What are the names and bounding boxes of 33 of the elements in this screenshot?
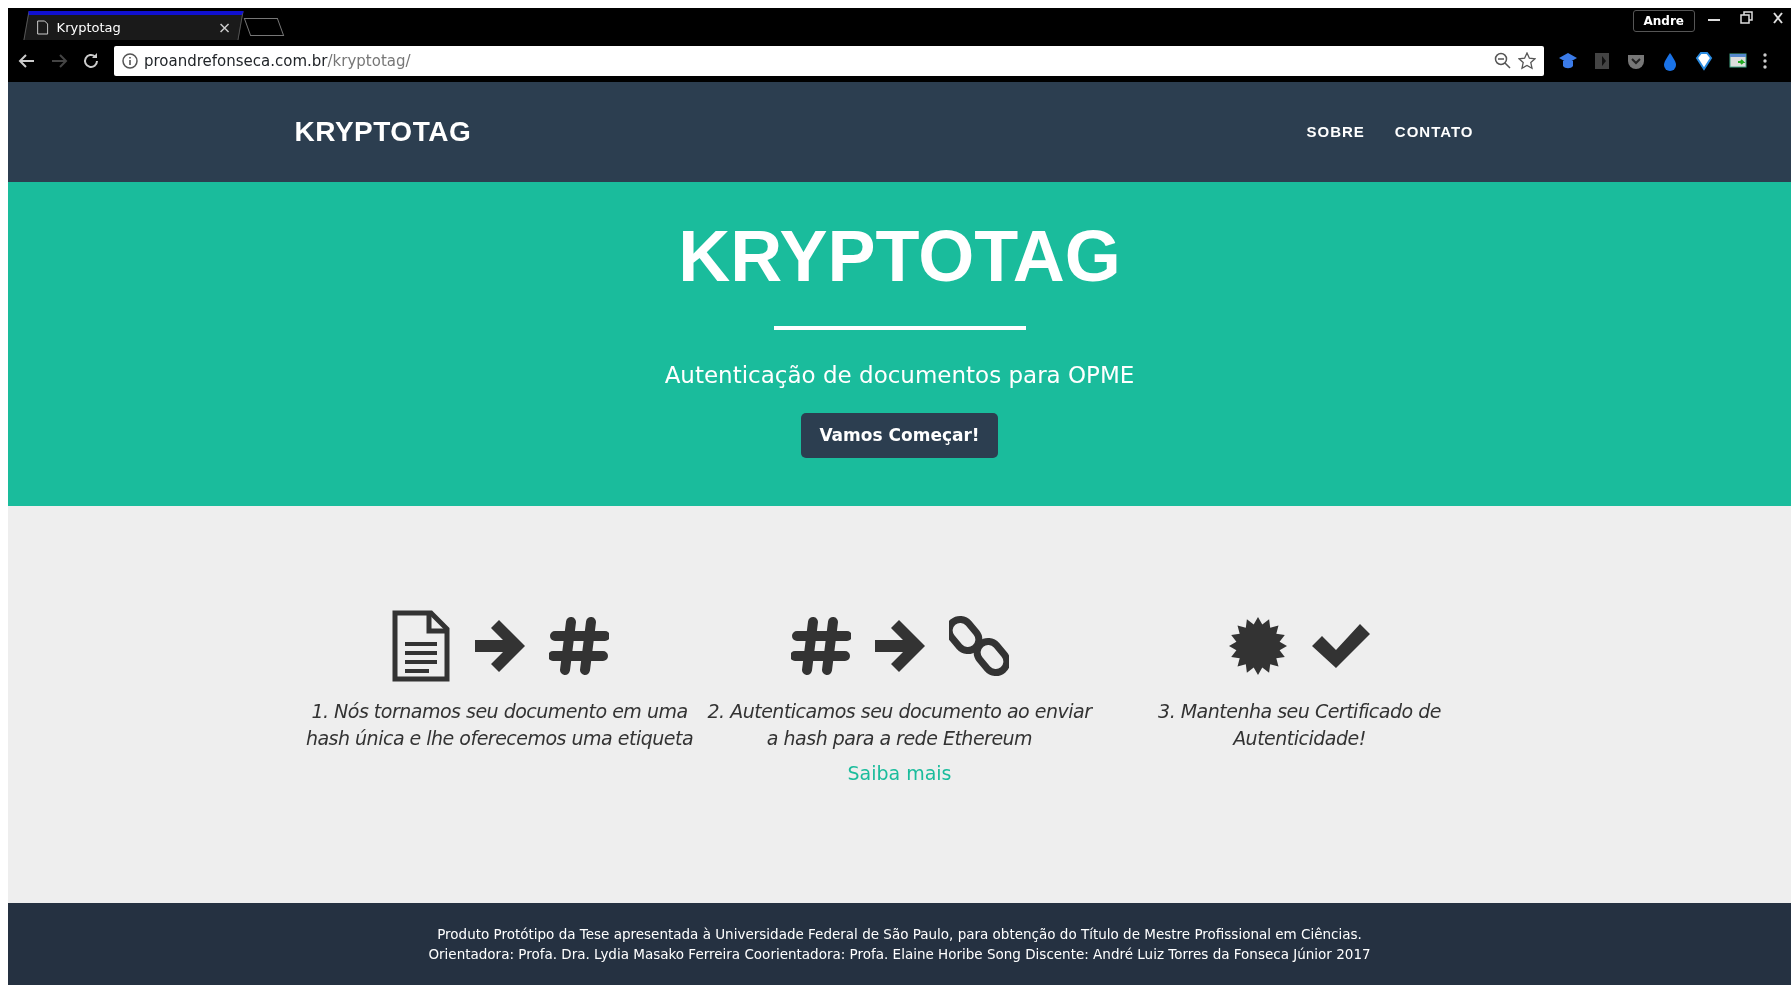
- page-icon: [36, 20, 49, 35]
- start-button[interactable]: Vamos Começar!: [801, 412, 998, 458]
- chain-icon: [948, 614, 1009, 678]
- hero-title: KRYPTOTAG: [677, 220, 1122, 292]
- url-text: proandrefonseca.com.br/kryptotag/: [144, 50, 412, 72]
- footer-text: Produto Protótipo da Tese apresentada à Universidade Federal de São Paulo, para obtenção do Título de Mestre Profissional em Ciências.: [436, 925, 1363, 944]
- browser-tab[interactable]: Kryptotag: [23, 11, 244, 40]
- hero-subtitle: Autenticação de documentos para OPME: [663, 361, 1136, 390]
- reload-icon[interactable]: [82, 52, 100, 70]
- info-icon: [122, 53, 138, 69]
- address-bar[interactable]: proandrefonseca.com.br/kryptotag/: [114, 46, 1544, 76]
- close-icon[interactable]: [219, 22, 230, 33]
- tab-title: Kryptotag: [56, 18, 122, 37]
- back-icon[interactable]: [18, 52, 36, 70]
- zoom-out-icon[interactable]: [1494, 52, 1512, 70]
- graduation-cap-icon[interactable]: [1558, 51, 1578, 71]
- step-caption: 2. Autenticamos seu documento ao enviar a hash para a rede Ethereum: [706, 699, 1094, 751]
- hash-icon: [790, 616, 851, 676]
- step-caption: 3. Mantenha seu Certificado de Autenticidade!: [1157, 699, 1442, 751]
- star-icon[interactable]: [1518, 52, 1536, 70]
- profile-button[interactable]: Andre: [1632, 10, 1695, 32]
- hash-icon: [548, 616, 609, 676]
- window-icon[interactable]: [1728, 51, 1748, 71]
- footer-text: Orientadora: Profa. Dra. Lydia Masako Ferreira Coorientadora: Profa. Elaine Horibe Song Discente: André Luiz Torres da Fonseca Júnior 2017: [427, 944, 1372, 964]
- step-caption: 1. Nós tornamos seu documento em uma hash única e lhe oferecemos uma etiqueta: [304, 699, 695, 751]
- new-tab-button[interactable]: [243, 18, 285, 36]
- nav-link[interactable]: CONTATO: [1379, 112, 1489, 152]
- document-icon: [390, 610, 451, 682]
- seal-icon: [1227, 616, 1288, 676]
- menu-icon[interactable]: [1762, 52, 1768, 70]
- brand-link[interactable]: KRYPTOTAG: [294, 111, 472, 153]
- nav-link[interactable]: SOBRE: [1291, 112, 1380, 152]
- diamond-icon[interactable]: [1694, 51, 1714, 71]
